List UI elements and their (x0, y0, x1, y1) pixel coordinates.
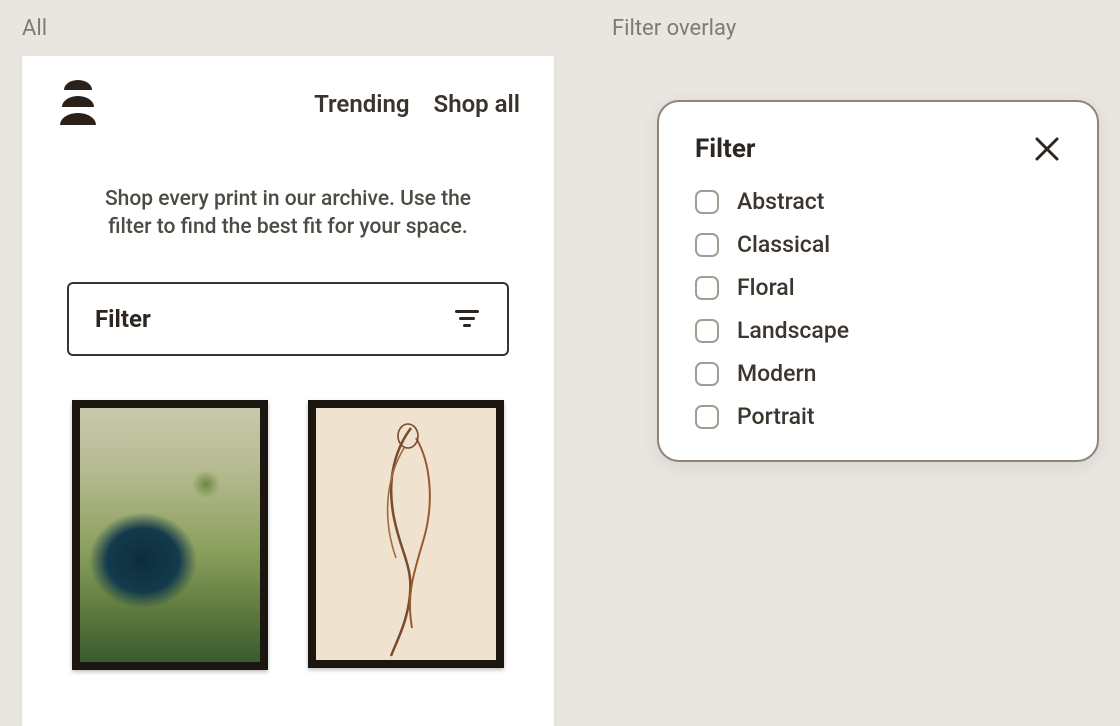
nav-link-shop-all[interactable]: Shop all (434, 90, 520, 118)
nav-link-trending[interactable]: Trending (314, 90, 409, 118)
filter-icon (453, 305, 481, 333)
checkbox-icon (695, 233, 719, 257)
filter-overlay-title: Filter (695, 134, 755, 164)
filter-options-list: Abstract Classical Floral Landscape Mode… (695, 188, 1061, 430)
filter-option-label: Modern (737, 360, 816, 387)
checkbox-icon (695, 362, 719, 386)
checkbox-icon (695, 276, 719, 300)
filter-overlay: Filter Abstract Classical Floral Landsca… (657, 100, 1099, 462)
intro-text: Shop every print in our archive. Use the… (82, 185, 494, 242)
product-card[interactable] (308, 400, 504, 670)
product-image (308, 400, 504, 668)
top-nav: Trending Shop all (22, 56, 554, 130)
filter-button[interactable]: Filter (67, 282, 509, 356)
filter-option-label: Classical (737, 231, 830, 258)
filter-button-label: Filter (95, 305, 151, 333)
shop-all-screen: Trending Shop all Shop every print in ou… (22, 56, 554, 726)
logo-icon[interactable] (56, 78, 100, 130)
close-icon[interactable] (1033, 135, 1061, 163)
product-card[interactable] (72, 400, 268, 670)
filter-option-portrait[interactable]: Portrait (695, 403, 1061, 430)
column-label-all: All (22, 16, 47, 41)
product-image (72, 400, 268, 670)
checkbox-icon (695, 405, 719, 429)
filter-option-label: Abstract (737, 188, 824, 215)
filter-option-landscape[interactable]: Landscape (695, 317, 1061, 344)
checkbox-icon (695, 319, 719, 343)
filter-option-classical[interactable]: Classical (695, 231, 1061, 258)
filter-option-floral[interactable]: Floral (695, 274, 1061, 301)
filter-option-label: Portrait (737, 403, 815, 430)
filter-option-label: Landscape (737, 317, 849, 344)
filter-option-label: Floral (737, 274, 795, 301)
filter-option-abstract[interactable]: Abstract (695, 188, 1061, 215)
product-grid (22, 356, 554, 670)
filter-option-modern[interactable]: Modern (695, 360, 1061, 387)
checkbox-icon (695, 190, 719, 214)
column-label-filter-overlay: Filter overlay (612, 16, 736, 41)
